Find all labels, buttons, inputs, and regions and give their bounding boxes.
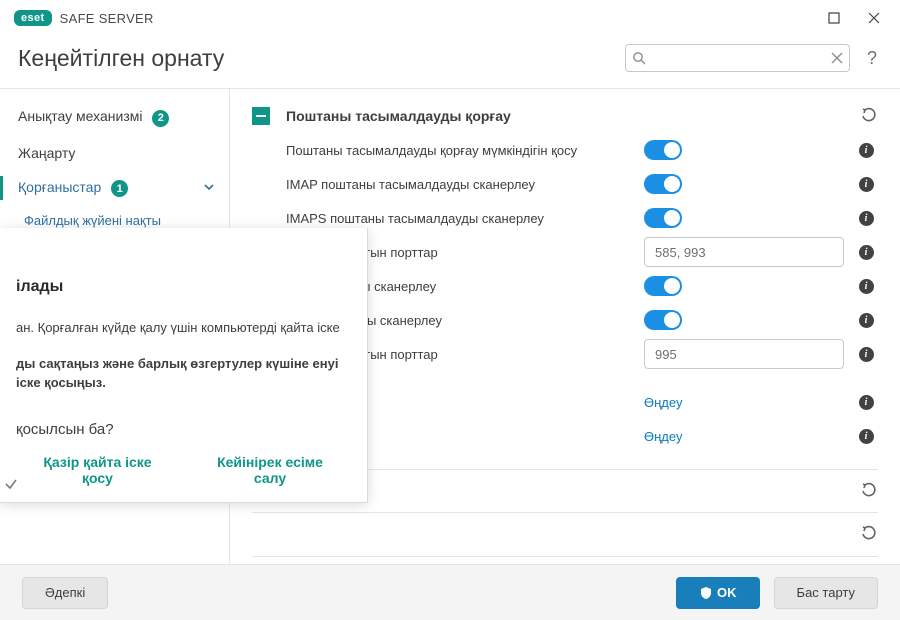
toggle-switch[interactable] <box>644 208 682 228</box>
brand-suite: SAFE SERVER <box>60 11 154 26</box>
brand-logo: eset <box>14 10 52 26</box>
edit-link[interactable]: Өңдеу <box>644 429 682 444</box>
undo-icon[interactable] <box>860 106 878 127</box>
maximize-icon <box>828 12 840 24</box>
toggle-switch[interactable] <box>644 310 682 330</box>
search-icon <box>632 51 646 65</box>
chevron-down-icon <box>203 180 215 196</box>
help-button[interactable]: ? <box>860 48 884 69</box>
section-title: Поштаны тасымалдауды қорғау <box>286 108 511 124</box>
ports-input[interactable] <box>644 237 844 267</box>
dialog-line1: ан. Қорғалған күйде қалу үшін компьютерд… <box>16 318 351 338</box>
remind-later-button[interactable]: Кейінірек есіме салу <box>189 454 351 486</box>
ok-button[interactable]: OK <box>676 577 760 609</box>
cancel-button[interactable]: Бас тарту <box>774 577 878 609</box>
active-indicator <box>0 176 3 201</box>
search-box[interactable] <box>625 44 850 72</box>
sidebar-item-label: Анықтау механизмі <box>18 108 142 124</box>
info-icon[interactable]: i <box>859 143 874 158</box>
sidebar-badge: 2 <box>152 110 169 127</box>
footer-bar: Әдепкі OK Бас тарту <box>0 564 900 620</box>
default-button[interactable]: Әдепкі <box>22 577 108 609</box>
info-icon[interactable]: i <box>859 313 874 328</box>
window-close-button[interactable] <box>854 2 894 34</box>
ports-input[interactable] <box>644 339 844 369</box>
info-icon[interactable]: i <box>859 279 874 294</box>
setting-row-enable-email-protection: Поштаны тасымалдауды қорғау мүмкіндігін … <box>252 133 878 167</box>
restart-now-button[interactable]: Қазір қайта іске қосу <box>16 454 179 486</box>
dialog-question: қосылсын ба? <box>16 421 351 438</box>
sidebar-item-detection[interactable]: Анықтау механизмі 2 <box>0 99 229 136</box>
info-icon[interactable]: i <box>859 429 874 444</box>
app-window: eset SAFE SERVER Кеңейтілген орнату ? Ан… <box>0 0 900 620</box>
edit-link[interactable]: Өңдеу <box>644 395 682 410</box>
info-icon[interactable]: i <box>859 395 874 410</box>
info-icon[interactable]: i <box>859 347 874 362</box>
dialog-line2: ды сақтаңыз және барлық өзгертулер күшін… <box>16 354 351 393</box>
undo-icon[interactable] <box>860 481 878 502</box>
dialog-footer: Қазір қайта іске қосу Кейінірек есіме са… <box>16 454 351 486</box>
shield-icon <box>699 586 713 600</box>
titlebar: eset SAFE SERVER <box>0 0 900 36</box>
brand-pill: eset <box>14 10 52 26</box>
check-icon <box>4 477 18 494</box>
info-icon[interactable]: i <box>859 211 874 226</box>
dialog-heading: ілады <box>16 278 351 296</box>
section-header-email[interactable]: Поштаны тасымалдауды қорғау <box>252 99 878 133</box>
row-label: Поштаны тасымалдауды қорғау мүмкіндігін … <box>286 143 644 158</box>
row-label: IMAP поштаны тасымалдауды сканерлеу <box>286 177 644 192</box>
toggle-switch[interactable] <box>644 140 682 160</box>
undo-icon[interactable] <box>860 524 878 545</box>
collapsed-section-2[interactable] <box>252 513 878 557</box>
sidebar-item-label: Қорғаныстар <box>18 179 101 195</box>
info-icon[interactable]: i <box>859 177 874 192</box>
setting-row-imap-scan: IMAP поштаны тасымалдауды сканерлеу i <box>252 167 878 201</box>
page-header: Кеңейтілген орнату ? <box>0 36 900 89</box>
sidebar-badge: 1 <box>111 180 128 197</box>
sidebar-item-protections[interactable]: Қорғаныстар 1 <box>0 170 229 207</box>
close-icon <box>868 12 880 24</box>
ok-label: OK <box>717 585 737 600</box>
sidebar-item-update[interactable]: Жаңарту <box>0 136 229 170</box>
info-icon[interactable]: i <box>859 245 874 260</box>
window-maximize-button[interactable] <box>814 2 854 34</box>
restart-dialog: ілады ан. Қорғалған күйде қалу үшін комп… <box>0 228 368 503</box>
sidebar-item-label: Жаңарту <box>18 145 75 161</box>
toggle-switch[interactable] <box>644 174 682 194</box>
collapse-icon[interactable] <box>252 107 270 125</box>
row-label: IMAPS поштаны тасымалдауды сканерлеу <box>286 211 644 226</box>
page-title: Кеңейтілген орнату <box>18 45 224 72</box>
search-input[interactable] <box>654 50 823 67</box>
clear-icon[interactable] <box>831 52 843 64</box>
toggle-switch[interactable] <box>644 276 682 296</box>
